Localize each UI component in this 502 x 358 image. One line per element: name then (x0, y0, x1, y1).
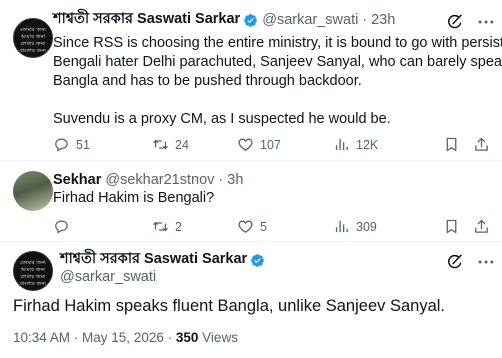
views-label: Views (202, 330, 238, 345)
reply-icon (55, 220, 68, 234)
views-count: 350 (175, 330, 199, 345)
avatar[interactable] (13, 171, 53, 211)
timestamp[interactable]: 23h (371, 12, 395, 28)
reply-icon (55, 138, 68, 152)
tweet-text-line: Since RSS is choosing the entire ministr… (53, 35, 502, 51)
handle[interactable]: @sarkar_swati (262, 12, 358, 28)
share-icon (475, 219, 488, 233)
avatar-text: তোমার জন্য (20, 260, 46, 266)
tweet-text-line: Bangla and has to be pushed through back… (53, 73, 362, 89)
more-icon[interactable] (476, 252, 496, 272)
more-icon[interactable] (476, 12, 496, 32)
avatar-text: লেখার জন্য (20, 41, 46, 47)
tweet-text-line: Suvendu is a proxy CM, as I suspected he… (53, 111, 391, 127)
grok-icon[interactable] (446, 13, 464, 31)
tweet-header: শাশ্বতী সরকার Saswati Sarkar @sarkar_swa… (53, 10, 395, 30)
tweet-text-line: Bengali hater Delhi parachuted, Sanjeev … (53, 54, 502, 70)
tweet-text-line (53, 91, 493, 110)
avatar[interactable]: তোমার জন্য আমার জন্য লেখার জন্য বাংলার জ… (13, 18, 53, 58)
grok-icon[interactable] (446, 253, 464, 271)
tweet-2[interactable]: Sekhar @sekhar21stnov · 3h Firhad Hakim … (0, 161, 502, 241)
repost-count: 2 (175, 219, 182, 234)
bookmark-button[interactable] (443, 136, 460, 153)
repost-count: 24 (175, 137, 189, 152)
avatar-text: লেখার জন্য (20, 274, 46, 280)
share-icon (475, 137, 488, 151)
separator-dot: · (218, 172, 224, 188)
avatar[interactable]: তোমার জন্য আমার জন্য লেখার জন্য বাংলার জ… (13, 251, 53, 291)
like-count: 107 (260, 137, 281, 152)
avatar-text: বাংলার জন্য (19, 48, 46, 54)
avatar-text: আমার জন্য (20, 267, 46, 273)
tweet-meta: 10:34 AM · May 15, 2026 · 350 Views (13, 330, 238, 345)
views-count: 12K (356, 137, 379, 152)
views-count: 309 (356, 219, 377, 234)
verified-badge-icon (244, 13, 258, 27)
repost-button[interactable]: 24 (152, 136, 189, 153)
display-name[interactable]: Sekhar (53, 172, 101, 188)
action-bar: 51 24 107 12K (53, 136, 493, 154)
repost-button[interactable]: 2 (152, 218, 182, 235)
share-button[interactable] (473, 136, 490, 153)
display-name[interactable]: শাশ্বতী সরকার Saswati Sarkar (53, 8, 240, 32)
tweet-1[interactable]: তোমার জন্য আমার জন্য লেখার জন্য বাংলার জ… (0, 0, 502, 160)
like-count: 5 (260, 219, 267, 234)
views-button[interactable]: 12K (333, 136, 378, 153)
like-icon (238, 220, 253, 233)
avatar-text: বাংলার জন্য (19, 281, 46, 287)
separator-dot: · (167, 330, 173, 345)
timestamp[interactable]: 3h (227, 172, 243, 188)
handle[interactable]: @sarkar_swati (60, 269, 156, 285)
reply-button[interactable] (53, 218, 76, 235)
like-button[interactable]: 107 (237, 136, 281, 153)
verified-badge-icon (251, 253, 265, 267)
reply-button[interactable]: 51 (53, 136, 90, 153)
action-bar: 2 5 309 (53, 218, 493, 236)
tweet-header: Sekhar @sekhar21stnov · 3h (53, 170, 243, 190)
tweet-header: শাশ্বতী সরকার Saswati Sarkar (60, 250, 269, 270)
views-button[interactable]: 309 (333, 218, 377, 235)
bookmark-icon (446, 219, 457, 234)
views-icon (335, 220, 348, 233)
bookmark-icon (446, 137, 457, 152)
bookmark-button[interactable] (443, 218, 460, 235)
avatar-text: তোমার জন্য (20, 27, 46, 33)
tweet-text: Since RSS is choosing the entire ministr… (53, 34, 502, 129)
tweet-text: Firhad Hakim is Bengali? (53, 190, 215, 206)
handle[interactable]: @sekhar21stnov (105, 172, 214, 188)
reply-count: 51 (76, 137, 90, 152)
timestamp[interactable]: 10:34 AM · May 15, 2026 (13, 330, 164, 345)
avatar-text: আমার জন্য (20, 34, 46, 40)
handle-row: @sarkar_swati (60, 268, 156, 286)
separator-dot: · (362, 12, 368, 28)
share-button[interactable] (473, 218, 490, 235)
tweet-text: Firhad Hakim speaks fluent Bangla, unlik… (13, 297, 445, 315)
repost-icon (152, 221, 169, 232)
like-button[interactable]: 5 (237, 218, 267, 235)
repost-icon (152, 139, 169, 150)
views-icon (335, 138, 348, 151)
like-icon (238, 138, 253, 151)
